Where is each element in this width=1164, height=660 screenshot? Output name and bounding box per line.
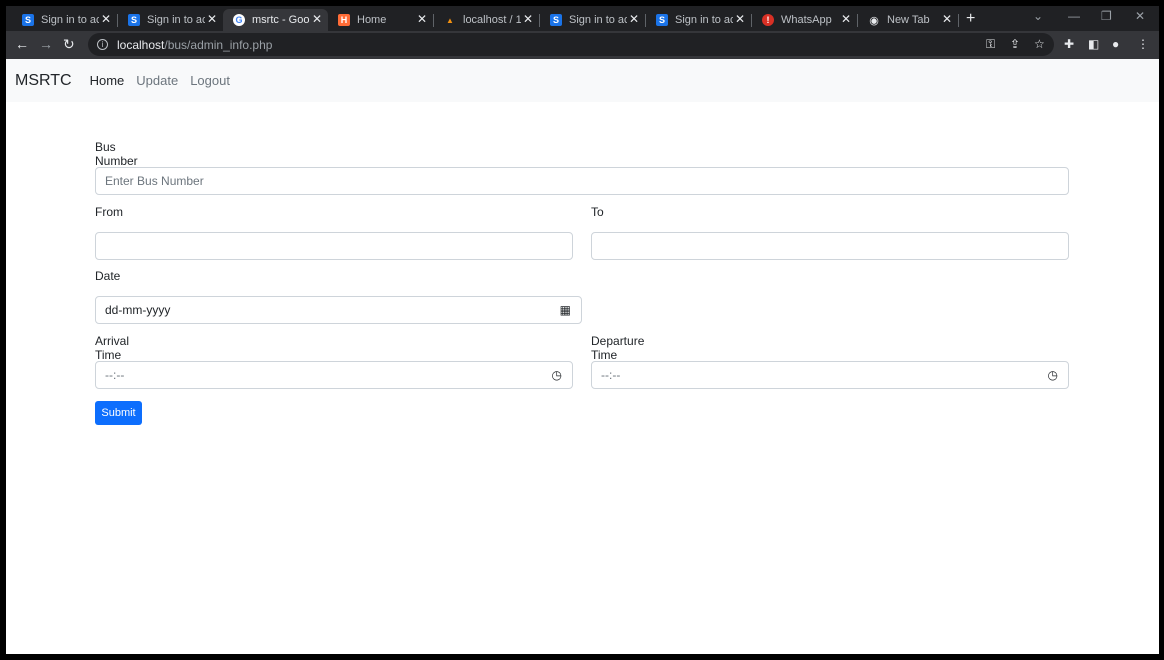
tab-sign-in-3[interactable]: S Sign in to account ✕ <box>540 9 645 31</box>
window-close-icon[interactable]: ✕ <box>1135 9 1145 23</box>
brand-logo[interactable]: MSRTC <box>15 72 72 90</box>
close-icon[interactable]: ✕ <box>417 12 427 26</box>
tab-whatsapp[interactable]: ! WhatsApp ✕ <box>752 9 857 31</box>
share-icon[interactable]: ⇪ <box>1010 37 1020 51</box>
tab-favicon-icon: S <box>128 14 140 26</box>
nav-link-home[interactable]: Home <box>90 73 125 88</box>
tab-divider <box>958 14 959 27</box>
clock-icon[interactable]: ◷ <box>552 368 562 382</box>
phpmyadmin-icon: ▲ <box>446 15 454 25</box>
departure-time-placeholder: --:-- <box>601 368 621 382</box>
tab-title: WhatsApp <box>781 14 832 26</box>
reload-icon[interactable]: ↻ <box>63 36 75 53</box>
tab-title: localhost / 127.0.0.1 <box>463 14 521 26</box>
tab-title: New Tab <box>887 14 930 26</box>
browser-window: S Sign in to account ✕ S Sign in to acco… <box>6 6 1159 654</box>
tab-title: Home <box>357 14 387 26</box>
tab-title: Sign in to account <box>41 14 99 26</box>
close-icon[interactable]: ✕ <box>312 12 322 26</box>
tab-title: Sign in to account <box>675 14 733 26</box>
tab-favicon-icon: S <box>22 14 34 26</box>
alert-icon: ! <box>762 14 774 26</box>
close-icon[interactable]: ✕ <box>101 12 111 26</box>
tab-title: Sign in to account <box>569 14 627 26</box>
submit-button[interactable]: Submit <box>95 401 142 425</box>
tab-sign-in-1[interactable]: S Sign in to account ✕ <box>12 9 117 31</box>
tab-title: msrtc - Google Search <box>252 14 310 26</box>
close-icon[interactable]: ✕ <box>735 12 745 26</box>
to-input[interactable] <box>591 232 1069 260</box>
arrival-time-placeholder: --:-- <box>105 368 125 382</box>
date-label: Date <box>95 269 121 283</box>
tab-title: Sign in to account <box>147 14 205 26</box>
tab-strip: S Sign in to account ✕ S Sign in to acco… <box>6 6 1159 31</box>
nav-link-update[interactable]: Update <box>136 73 178 88</box>
from-label: From <box>95 205 123 219</box>
bus-number-label: Bus Number <box>95 140 138 168</box>
clock-icon[interactable]: ◷ <box>1048 368 1058 382</box>
close-icon[interactable]: ✕ <box>942 12 952 26</box>
bus-number-placeholder: Enter Bus Number <box>105 174 204 188</box>
tab-new-tab[interactable]: ◉ New Tab ✕ <box>858 9 958 31</box>
departure-time-input[interactable]: --:-- ◷ <box>591 361 1069 389</box>
chrome-icon: ◉ <box>869 14 879 27</box>
tab-home[interactable]: H Home ✕ <box>328 9 433 31</box>
restore-icon[interactable]: ❐ <box>1101 9 1112 23</box>
side-panel-icon[interactable]: ◧ <box>1088 37 1099 51</box>
postman-icon: H <box>338 14 350 26</box>
arrival-time-input[interactable]: --:-- ◷ <box>95 361 573 389</box>
site-navbar: MSRTC Home Update Logout <box>6 59 1159 102</box>
google-icon: G <box>233 14 245 26</box>
address-bar[interactable]: i localhost/bus/admin_info.php ⚿ ⇪ ☆ <box>88 33 1054 56</box>
new-tab-plus-icon[interactable]: + <box>966 10 975 28</box>
departure-time-label: Departure Time <box>591 334 645 362</box>
tab-phpmyadmin[interactable]: ▲ localhost / 127.0.0.1 ✕ <box>434 9 539 31</box>
browser-toolbar: ← → ↻ i localhost/bus/admin_info.php ⚿ ⇪… <box>6 31 1159 59</box>
extensions-puzzle-icon[interactable]: ✚ <box>1064 37 1074 51</box>
minimize-icon[interactable]: — <box>1068 9 1080 23</box>
close-icon[interactable]: ✕ <box>207 12 217 26</box>
tab-favicon-icon: S <box>550 14 562 26</box>
url-host: localhost <box>117 37 165 52</box>
bus-number-input[interactable]: Enter Bus Number <box>95 167 1069 195</box>
tab-sign-in-2[interactable]: S Sign in to account ✕ <box>118 9 223 31</box>
nav-link-logout[interactable]: Logout <box>190 73 230 88</box>
profile-icon[interactable]: ● <box>1112 37 1119 51</box>
url-text: localhost/bus/admin_info.php <box>117 38 272 52</box>
kebab-menu-icon[interactable]: ⋮ <box>1137 37 1149 51</box>
close-icon[interactable]: ✕ <box>523 12 533 26</box>
forward-arrow-icon[interactable]: → <box>39 36 53 52</box>
tab-msrtc-search[interactable]: G msrtc - Google Search ✕ <box>223 9 328 31</box>
tab-sign-in-4[interactable]: S Sign in to account ✕ <box>646 9 751 31</box>
page-content: MSRTC Home Update Logout Bus Number Ente… <box>6 59 1159 654</box>
arrival-time-label: Arrival Time <box>95 334 130 362</box>
tab-search-chevron-icon[interactable]: ⌄ <box>1033 9 1043 23</box>
date-placeholder: dd-mm-yyyy <box>105 303 171 317</box>
url-path: /bus/admin_info.php <box>164 37 273 52</box>
key-icon[interactable]: ⚿ <box>986 37 995 52</box>
calendar-icon[interactable]: ▦ <box>560 303 571 317</box>
date-input[interactable]: dd-mm-yyyy ▦ <box>95 296 582 324</box>
tab-favicon-icon: S <box>656 14 668 26</box>
back-arrow-icon[interactable]: ← <box>15 36 29 52</box>
star-icon[interactable]: ☆ <box>1034 37 1045 51</box>
site-info-icon[interactable]: i <box>97 39 108 50</box>
close-icon[interactable]: ✕ <box>629 12 639 26</box>
to-label: To <box>591 205 604 219</box>
close-icon[interactable]: ✕ <box>841 12 851 26</box>
from-input[interactable] <box>95 232 573 260</box>
